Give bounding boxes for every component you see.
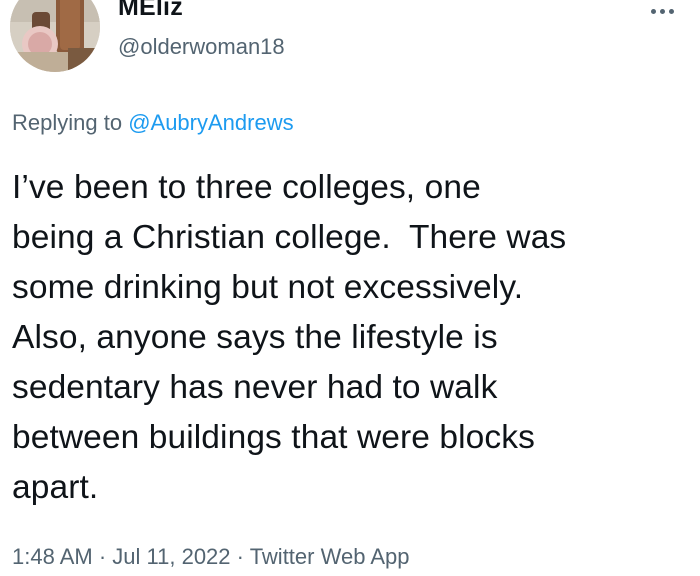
tweet-date[interactable]: Jul 11, 2022 xyxy=(112,544,230,569)
meta-separator: · xyxy=(230,544,250,569)
avatar-photo xyxy=(10,0,100,72)
tweet-meta: 1:48 AM · Jul 11, 2022 · Twitter Web App xyxy=(12,544,409,570)
more-horizontal-icon xyxy=(650,8,656,14)
author-handle[interactable]: @olderwoman18 xyxy=(118,34,285,60)
tweet-time[interactable]: 1:48 AM xyxy=(12,544,93,569)
more-horizontal-icon xyxy=(668,8,674,14)
more-options-button[interactable] xyxy=(640,0,684,22)
more-horizontal-icon xyxy=(659,8,665,14)
tweet-header: MEliz @olderwoman18 xyxy=(0,0,700,96)
avatar[interactable] xyxy=(10,0,100,72)
tweet-text: I’ve been to three colleges, one being a… xyxy=(12,169,567,506)
tweet-source[interactable]: Twitter Web App xyxy=(250,544,410,569)
meta-separator: · xyxy=(92,544,113,569)
replying-to: Replying to @AubryAndrews xyxy=(12,110,294,136)
author-display-name[interactable]: MEliz xyxy=(118,0,183,21)
reply-mention-link[interactable]: @AubryAndrews xyxy=(128,110,293,135)
replying-to-label: Replying to xyxy=(12,110,129,135)
